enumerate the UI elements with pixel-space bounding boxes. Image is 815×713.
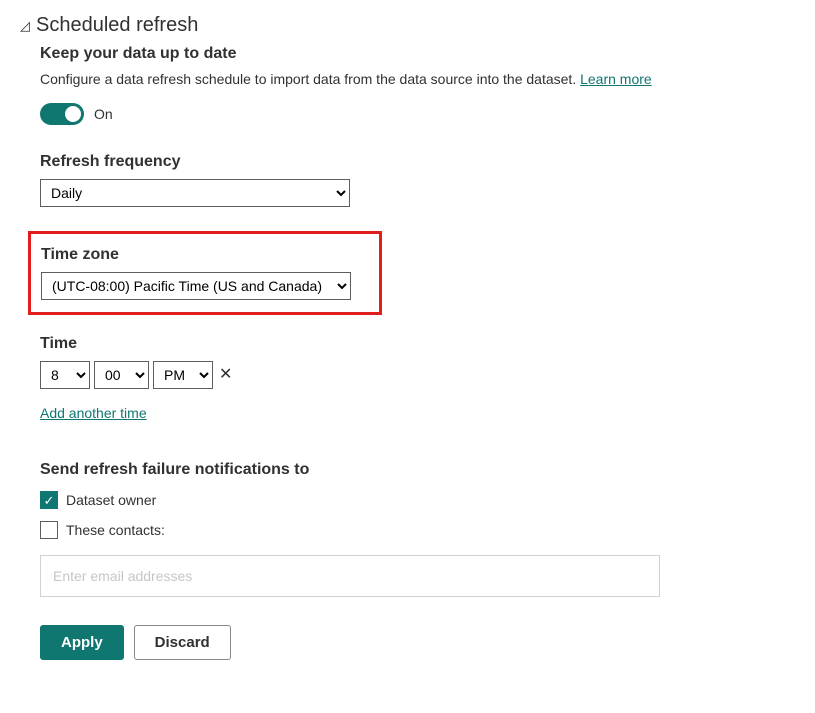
timezone-label: Time zone [41, 246, 369, 264]
timezone-select[interactable]: (UTC-08:00) Pacific Time (US and Canada) [41, 272, 351, 300]
dataset-owner-label: Dataset owner [66, 492, 156, 508]
time-hour-select[interactable]: 8 [40, 361, 90, 389]
dataset-owner-checkbox[interactable]: ✓ [40, 491, 58, 509]
section-subtitle: Keep your data up to date [40, 45, 795, 63]
toggle-state-label: On [94, 106, 113, 122]
contacts-checkbox[interactable] [40, 521, 58, 539]
section-description: Configure a data refresh schedule to imp… [40, 71, 795, 87]
time-row: 8 00 PM ✕ [40, 361, 795, 389]
time-minute-select[interactable]: 00 [94, 361, 149, 389]
timezone-highlight: Time zone (UTC-08:00) Pacific Time (US a… [28, 231, 382, 315]
section-title: Scheduled refresh [36, 14, 198, 37]
collapse-icon: ◿ [20, 19, 30, 32]
toggle-knob [65, 106, 81, 122]
apply-button[interactable]: Apply [40, 625, 124, 660]
description-text: Configure a data refresh schedule to imp… [40, 71, 580, 87]
section-header[interactable]: ◿ Scheduled refresh [20, 14, 795, 37]
time-label: Time [40, 335, 795, 353]
contacts-label: These contacts: [66, 522, 165, 538]
frequency-select[interactable]: Daily [40, 179, 350, 207]
frequency-label: Refresh frequency [40, 153, 795, 171]
learn-more-link[interactable]: Learn more [580, 71, 652, 87]
add-time-link[interactable]: Add another time [40, 405, 147, 421]
discard-button[interactable]: Discard [134, 625, 231, 660]
time-ampm-select[interactable]: PM [153, 361, 213, 389]
notifications-label: Send refresh failure notifications to [40, 461, 795, 479]
remove-time-icon[interactable]: ✕ [219, 367, 232, 383]
enable-toggle[interactable] [40, 103, 84, 125]
email-input[interactable] [40, 555, 660, 597]
